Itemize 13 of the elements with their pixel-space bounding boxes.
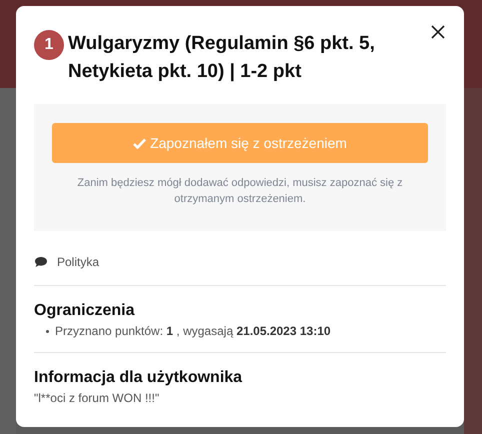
section-heading: Ograniczenia	[34, 301, 136, 321]
bullet-icon	[46, 330, 49, 332]
restriction-text: Przyznano punktów: 1 , wygasają 21.05.2023 13:10	[55, 323, 331, 340]
comment-icon	[34, 256, 48, 268]
warning-count-badge: 1	[34, 30, 64, 60]
check-icon	[133, 138, 146, 148]
section-heading: Informacja dla użytkownika	[34, 368, 244, 388]
acknowledge-button[interactable]: Zapoznałem się z ostrzeżeniem	[52, 123, 428, 163]
close-icon	[430, 24, 446, 40]
category-label: Polityka	[57, 254, 100, 271]
acknowledge-note: Zanim będziesz mógł dodawać odpowiedzi, musisz zapoznać się z otrzymanym ostrzeżeniem.	[76, 176, 404, 207]
user-message: "l**oci z forum WON !!!"	[34, 390, 160, 407]
dialog-title: Wulgaryzmy (Regulamin §6 pkt. 5, Netykieta pkt. 10) | 1-2 pkt	[68, 32, 376, 84]
